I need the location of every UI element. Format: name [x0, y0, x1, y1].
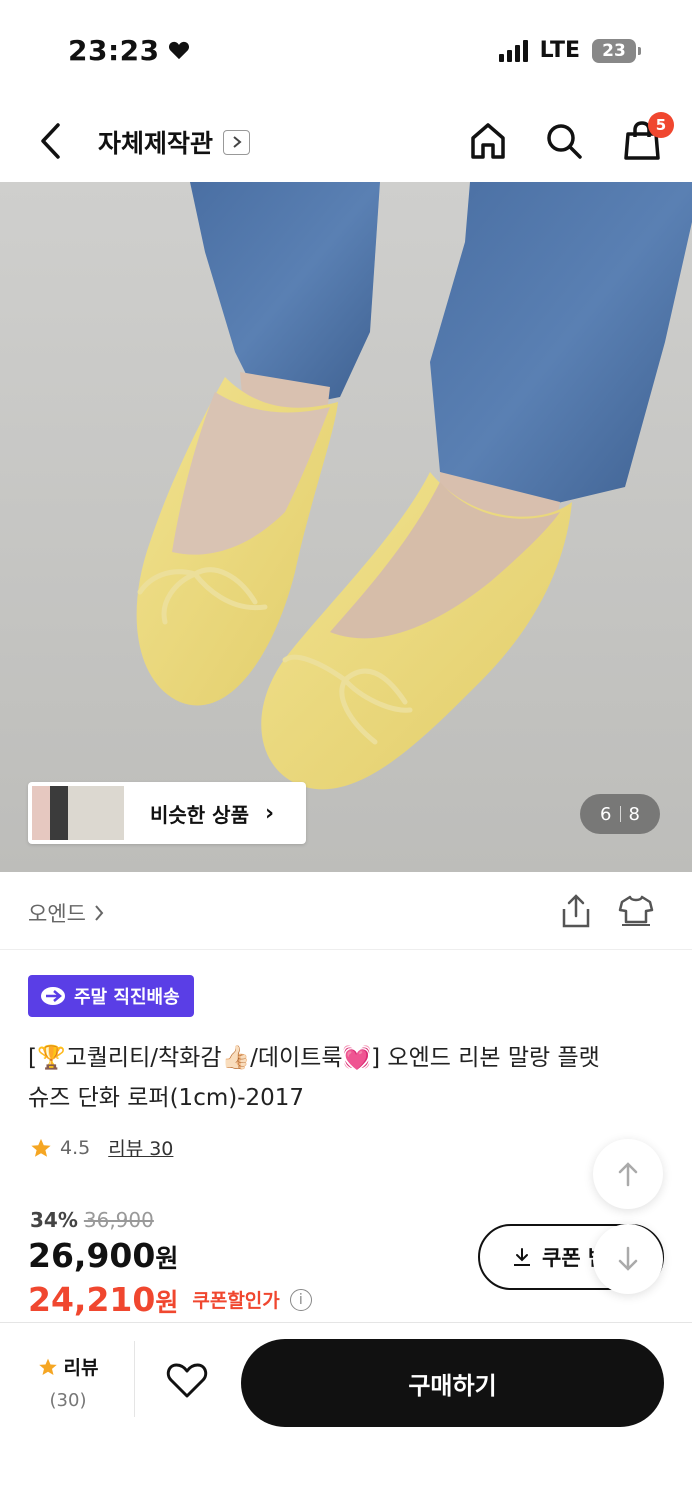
chevron-right-icon [95, 905, 104, 921]
image-total: 8 [628, 803, 640, 825]
rating-row: 4.5 리뷰 30 [30, 1134, 173, 1161]
image-current: 6 [600, 803, 612, 825]
brand-row: 오엔드 [0, 872, 692, 950]
coupon-price-value: 24,210 [28, 1280, 156, 1319]
heart-status-icon [168, 34, 190, 67]
share-button[interactable] [560, 894, 592, 932]
sale-price-value: 26,900 [28, 1236, 156, 1275]
status-bar: 23:23 LTE 23 [0, 0, 692, 100]
back-button[interactable] [32, 120, 68, 162]
coupon-price-unit: 원 [155, 1288, 179, 1317]
bottom-action-bar: 리뷰 (30) 구매하기 [0, 1322, 692, 1500]
brand-name: 오엔드 [28, 902, 86, 926]
battery-level: 23 [602, 40, 626, 61]
chevron-right-icon [223, 129, 251, 155]
chevron-right-icon: › [264, 800, 275, 826]
battery-icon: 23 [592, 38, 641, 63]
buy-button[interactable]: 구매하기 [241, 1339, 664, 1427]
rating-value: 4.5 [60, 1136, 91, 1159]
arrow-down-icon [618, 1246, 638, 1271]
coupon-price: 24,210원 [28, 1280, 178, 1319]
scroll-bottom-button[interactable] [593, 1224, 663, 1294]
share-icon [562, 894, 590, 928]
similar-products-label: 비슷한 상품 [150, 802, 249, 827]
divider [134, 1341, 135, 1417]
search-button[interactable] [544, 120, 584, 162]
home-button[interactable] [468, 120, 508, 162]
status-time: 23:23 [68, 34, 190, 67]
shipping-badge-label: 주말 직진배송 [74, 987, 180, 1008]
coupon-price-label: 쿠폰할인가 [192, 1290, 280, 1312]
sale-price-unit: 원 [155, 1244, 179, 1273]
download-icon [514, 1248, 530, 1266]
similar-thumbnails [32, 786, 124, 840]
shipping-badge: 주말 직진배송 [28, 975, 194, 1017]
search-icon [547, 124, 582, 159]
star-icon [31, 1138, 51, 1157]
scroll-top-button[interactable] [593, 1139, 663, 1209]
shirt-icon [618, 895, 654, 926]
status-time-text: 23:23 [68, 34, 160, 67]
chevron-left-icon [41, 123, 60, 159]
cart-count-badge: 5 [648, 112, 674, 138]
home-icon [471, 123, 505, 159]
product-title-line1: [🏆고퀄리티/착화감👍🏻/데이트룩💓] 오엔드 리본 말랑 플랫 [28, 1045, 600, 1071]
arrow-up-icon [618, 1162, 638, 1187]
sale-price: 26,900원 [28, 1236, 178, 1275]
product-photo [0, 182, 692, 872]
shop-name: 자체제작관 [98, 129, 214, 158]
product-title-line2: 슈즈 단화 로퍼(1cm)-2017 [28, 1085, 305, 1111]
review-tab-button[interactable]: 리뷰 (30) [34, 1353, 102, 1411]
image-counter: 6 8 [580, 794, 660, 834]
discount-row: 34% 36,900 [30, 1208, 154, 1232]
product-title: [🏆고퀄리티/착화감👍🏻/데이트룩💓] 오엔드 리본 말랑 플랫 슈즈 단화 로… [28, 1038, 668, 1118]
discount-percent: 34% [30, 1208, 78, 1232]
delivery-icon [41, 987, 65, 1005]
fitting-button[interactable] [618, 894, 654, 932]
cart-button[interactable]: 5 [622, 112, 674, 162]
shop-link[interactable]: 자체제작관 [98, 124, 251, 160]
review-tab-label: 리뷰 [63, 1357, 99, 1379]
brand-link[interactable]: 오엔드 [28, 898, 104, 928]
coupon-price-row: 24,210원 쿠폰할인가 i [28, 1280, 312, 1319]
network-label: LTE [539, 38, 580, 63]
signal-icon [498, 39, 528, 62]
like-button[interactable] [166, 1361, 208, 1403]
info-icon[interactable]: i [289, 1288, 312, 1311]
product-image[interactable]: 비슷한 상품 › 6 8 [0, 182, 692, 872]
review-tab-count: (30) [49, 1390, 87, 1411]
app-header: 자체제작관 5 [0, 100, 692, 182]
heart-icon [166, 1363, 208, 1398]
star-icon [38, 1358, 57, 1375]
similar-products-button[interactable]: 비슷한 상품 › [28, 782, 306, 844]
review-link[interactable]: 리뷰 30 [108, 1134, 173, 1161]
original-price: 36,900 [83, 1208, 154, 1232]
